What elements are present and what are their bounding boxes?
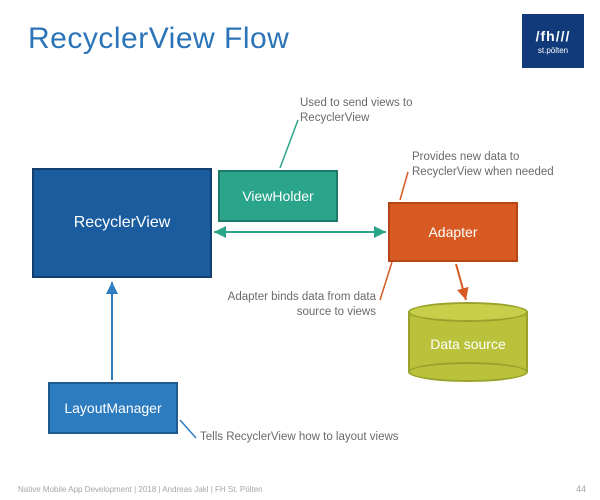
leader-adapter-note	[400, 172, 408, 200]
node-recyclerview-label: RecyclerView	[74, 214, 171, 232]
node-datasource: Data source	[408, 302, 528, 382]
slide-footer: Native Mobile App Development | 2018 | A…	[18, 485, 263, 494]
diagram-canvas: RecyclerView ViewHolder Adapter LayoutMa…	[0, 0, 600, 500]
leader-viewholder-note	[280, 120, 298, 168]
node-viewholder: ViewHolder	[218, 170, 338, 222]
slide: RecyclerView Flow /fh/// st.pölten	[0, 0, 600, 500]
edge-adapter-to-datasource	[456, 264, 466, 300]
node-layoutmanager-label: LayoutManager	[64, 400, 161, 416]
cylinder-bottom	[408, 362, 528, 382]
page-number: 44	[576, 484, 586, 494]
note-adapter: Provides new data to RecyclerView when n…	[412, 150, 582, 180]
note-bind: Adapter binds data from data source to v…	[216, 290, 376, 320]
node-datasource-label: Data source	[408, 336, 528, 352]
leader-layout-note	[180, 420, 196, 438]
node-adapter: Adapter	[388, 202, 518, 262]
note-layout: Tells RecyclerView how to layout views	[200, 430, 410, 445]
node-recyclerview: RecyclerView	[32, 168, 212, 278]
note-viewholder: Used to send views to RecyclerView	[300, 96, 480, 126]
cylinder-top	[408, 302, 528, 322]
leader-bind-note	[380, 262, 392, 300]
node-viewholder-label: ViewHolder	[242, 188, 313, 204]
node-adapter-label: Adapter	[428, 224, 477, 240]
node-layoutmanager: LayoutManager	[48, 382, 178, 434]
